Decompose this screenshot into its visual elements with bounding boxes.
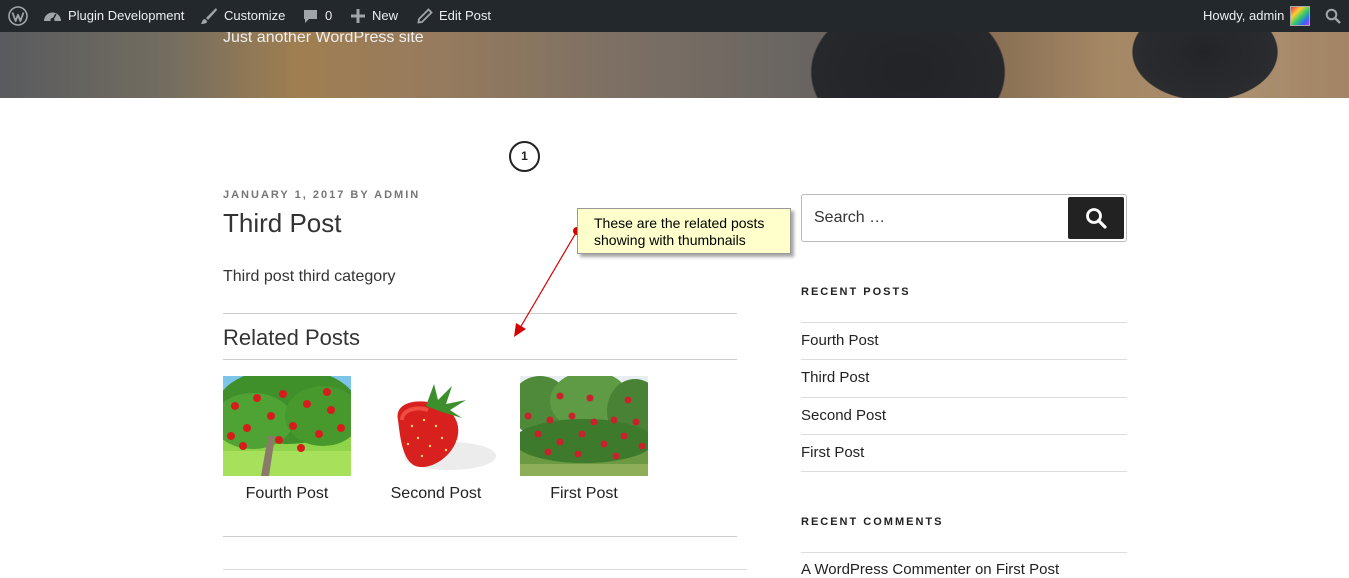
annotation-line-1: These are the related posts (594, 215, 765, 231)
annotation-callout: These are the related posts showing with… (577, 208, 791, 254)
annotation-line-2: showing with thumbnails (594, 232, 746, 248)
annotation-arrow (514, 227, 581, 337)
